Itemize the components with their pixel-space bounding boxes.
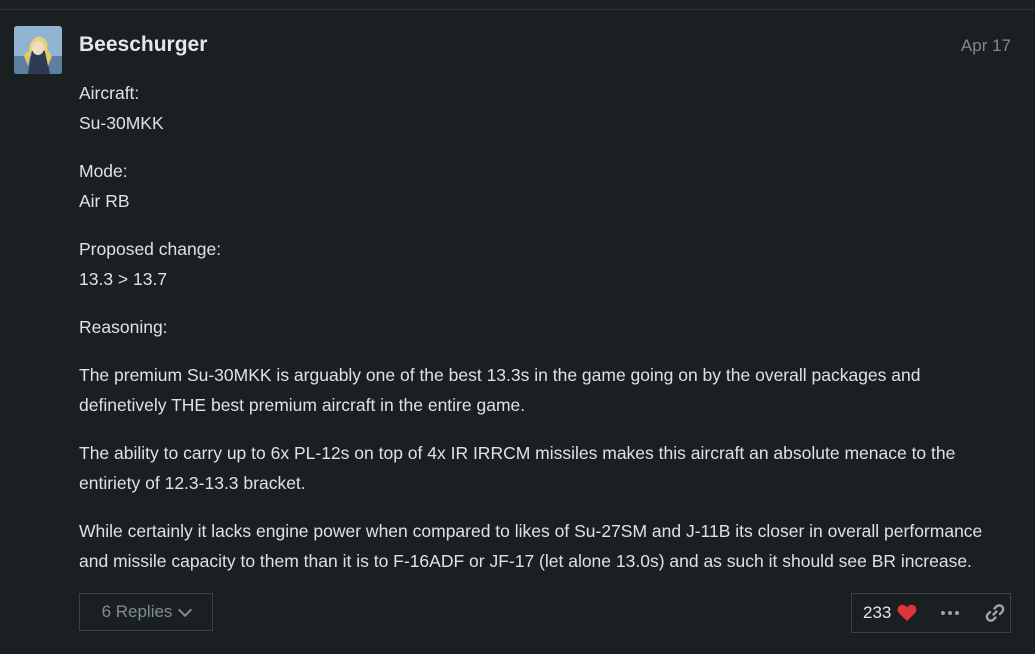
- paragraph-line: The ability to carry up to 6x PL-12s on …: [79, 443, 956, 463]
- post-date[interactable]: Apr 17: [961, 36, 1011, 56]
- paragraph: Reasoning:: [79, 312, 1019, 342]
- paragraph-line: The premium Su-30MKK is arguably one of …: [79, 365, 921, 385]
- post-username[interactable]: Beeschurger: [79, 33, 207, 57]
- paragraph: The premium Su-30MKK is arguably one of …: [79, 360, 1019, 420]
- heart-icon[interactable]: [897, 604, 917, 622]
- paragraph: Proposed change: 13.3 > 13.7: [79, 234, 1019, 294]
- like-count[interactable]: 233: [863, 603, 891, 623]
- paragraph-line: Mode:: [79, 161, 128, 181]
- paragraph-line: and missile capacity to them than it is …: [79, 551, 972, 571]
- paragraph-line: Proposed change:: [79, 239, 222, 259]
- paragraph: The ability to carry up to 6x PL-12s on …: [79, 438, 1019, 498]
- paragraph-line: Aircraft:: [79, 83, 140, 103]
- forum-post: Beeschurger Apr 17 Aircraft: Su-30MKK Mo…: [0, 10, 1035, 654]
- paragraph-line: 13.3 > 13.7: [79, 269, 168, 289]
- paragraph-line: Su-30MKK: [79, 113, 164, 133]
- paragraph: Mode: Air RB: [79, 156, 1019, 216]
- paragraph-line: entiriety of 12.3-13.3 bracket.: [79, 473, 306, 493]
- post-actions: 233: [851, 593, 1011, 633]
- link-icon[interactable]: [985, 603, 1005, 623]
- replies-label: 6 Replies: [101, 602, 173, 621]
- avatar-image: [14, 26, 62, 74]
- paragraph-line: Reasoning:: [79, 317, 168, 337]
- paragraph-line: Air RB: [79, 191, 130, 211]
- paragraph-line: definetively THE best premium aircraft i…: [79, 395, 526, 415]
- post-body: Aircraft: Su-30MKK Mode: Air RB Proposed…: [79, 78, 1019, 594]
- top-divider: [0, 0, 1035, 10]
- user-avatar[interactable]: [14, 26, 62, 74]
- paragraph: While certainly it lacks engine power wh…: [79, 516, 1019, 576]
- chevron-down-icon: [178, 602, 193, 618]
- paragraph: Aircraft: Su-30MKK: [79, 78, 1019, 138]
- paragraph-line: While certainly it lacks engine power wh…: [79, 521, 983, 541]
- show-replies-button[interactable]: 6 Replies: [79, 593, 213, 631]
- more-ellipsis-icon[interactable]: [941, 604, 960, 622]
